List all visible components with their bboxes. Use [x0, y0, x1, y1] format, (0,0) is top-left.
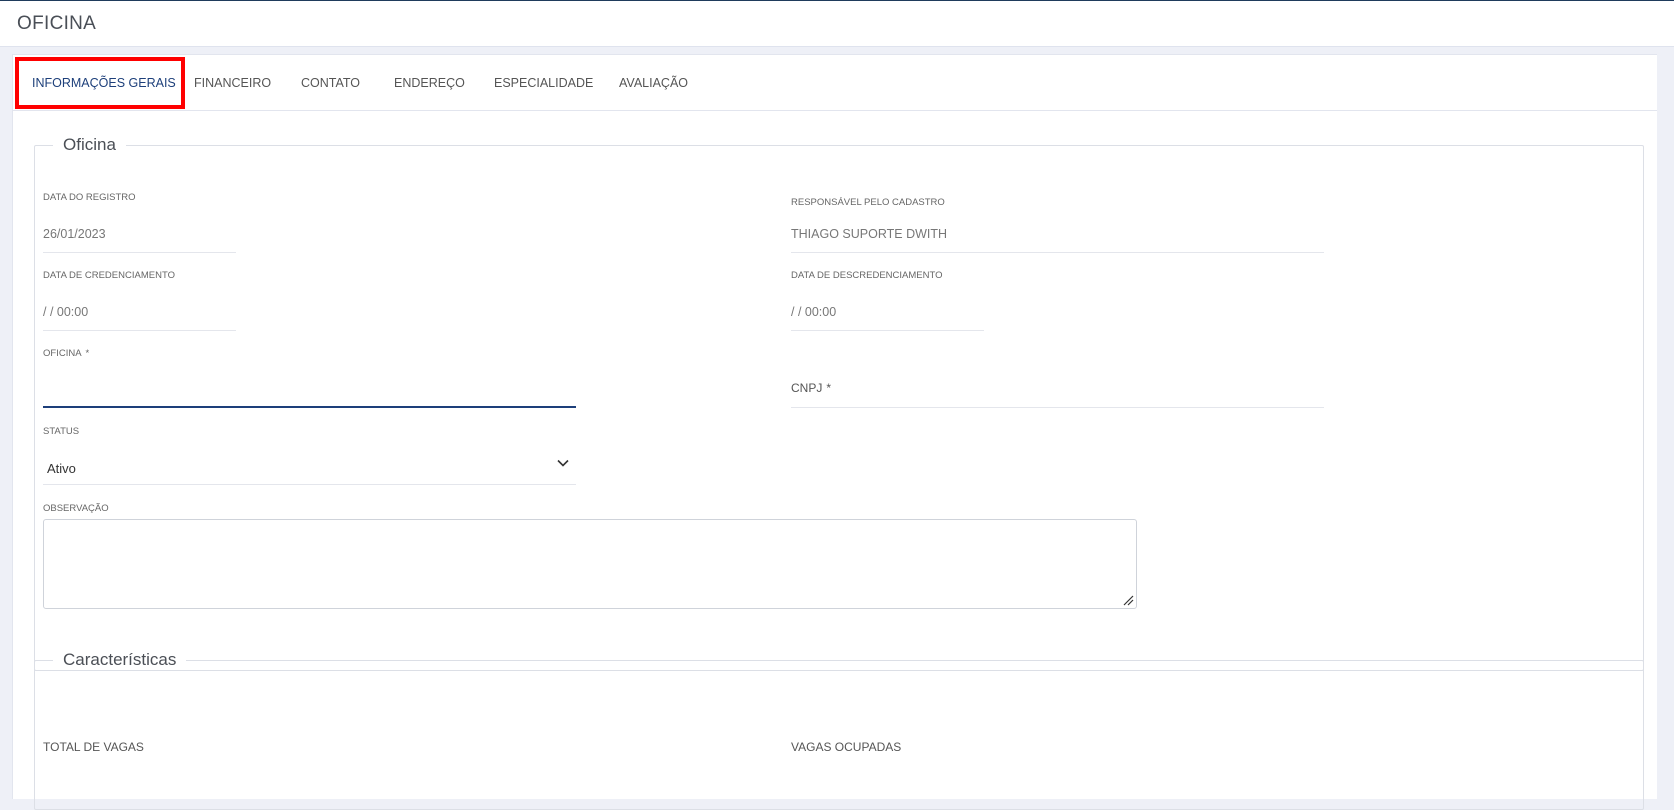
page-header: OFICINA: [0, 1, 1674, 47]
tab-financeiro[interactable]: FINANCEIRO: [194, 55, 271, 111]
resize-handle-icon[interactable]: [1122, 594, 1134, 606]
right-page-margin: [1657, 54, 1674, 799]
total-vagas-label: TOTAL DE VAGAS: [43, 740, 144, 754]
data-registro-label: DATA DO REGISTRO: [43, 192, 136, 203]
status-underline: [43, 484, 576, 485]
main-card: INFORMAÇÕES GERAIS FINANCEIRO CONTATO EN…: [12, 54, 1663, 810]
vagas-ocupadas-label: VAGAS OCUPADAS: [791, 740, 902, 754]
tab-bar: INFORMAÇÕES GERAIS FINANCEIRO CONTATO EN…: [13, 55, 1662, 111]
status-selected-value: Ativo: [47, 461, 76, 476]
cnpj-input[interactable]: [791, 372, 1324, 406]
responsavel-label: RESPONSÁVEL PELO CADASTRO: [791, 197, 945, 208]
responsavel-underline: [791, 252, 1324, 253]
tab-contato[interactable]: CONTATO: [301, 55, 360, 111]
data-descredenciamento-input[interactable]: / / 00:00: [791, 305, 836, 319]
page-title: OFICINA: [17, 13, 97, 34]
status-label: STATUS: [43, 426, 80, 437]
caracteristicas-legend: Características: [53, 650, 187, 670]
oficina-input[interactable]: [43, 372, 576, 406]
data-registro-underline: [43, 252, 236, 253]
oficina-field-label: OFICINA *: [43, 348, 89, 359]
tab-endereco[interactable]: ENDEREÇO: [394, 55, 465, 111]
data-descredenciamento-label: DATA DE DESCREDENCIAMENTO: [791, 270, 943, 281]
observacao-label: OBSERVAÇÃO: [43, 503, 109, 514]
data-credenciamento-input[interactable]: / / 00:00: [43, 305, 88, 319]
cnpj-underline: [791, 407, 1324, 408]
data-credenciamento-label: DATA DE CREDENCIAMENTO: [43, 270, 175, 281]
oficina-input-focus-line: [43, 406, 576, 408]
data-registro-value: 26/01/2023: [43, 227, 106, 241]
oficina-required-mark: *: [85, 348, 90, 359]
responsavel-value: THIAGO SUPORTE DWITH: [791, 227, 948, 241]
oficina-field-label-text: OFICINA: [43, 348, 82, 359]
tab-avaliacao[interactable]: AVALIAÇÃO: [619, 55, 688, 111]
tab-informacoes-gerais[interactable]: INFORMAÇÕES GERAIS: [32, 55, 176, 111]
tab-especialidade[interactable]: ESPECIALIDADE: [494, 55, 593, 111]
data-descredenciamento-underline: [791, 330, 984, 331]
oficina-legend: Oficina: [53, 135, 126, 155]
caracteristicas-fieldset: Características TOTAL DE VAGAS VAGAS OCU…: [34, 650, 1644, 810]
chevron-down-icon[interactable]: [556, 456, 570, 470]
data-credenciamento-underline: [43, 330, 236, 331]
observacao-textarea[interactable]: [43, 519, 1137, 609]
oficina-fieldset: Oficina DATA DO REGISTRO 26/01/2023 RESP…: [34, 135, 1644, 671]
status-select[interactable]: Ativo: [43, 446, 576, 484]
